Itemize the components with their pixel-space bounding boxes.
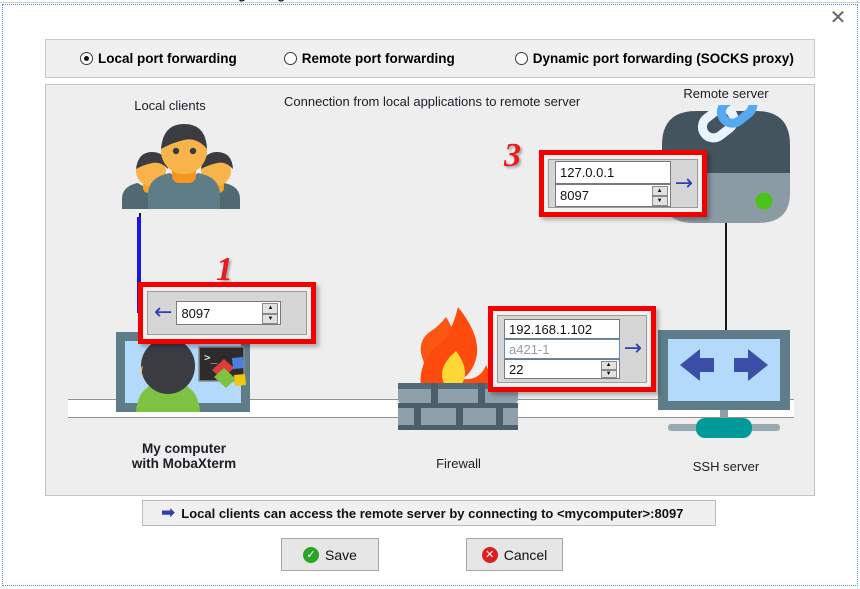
spinner-up-icon[interactable]: ▲ [651, 185, 668, 196]
ssh-server-username-input[interactable]: a421-1 [504, 339, 620, 359]
hint-text: Local clients can access the remote serv… [181, 505, 684, 521]
label-local-clients: Local clients [134, 98, 206, 113]
radio-dynamic-port-forwarding[interactable]: Dynamic port forwarding (SOCKS proxy) [514, 51, 794, 66]
radio-indicator-remote [283, 52, 297, 65]
my-computer-icon: >_ [114, 330, 254, 438]
spinner-down-icon[interactable]: ▼ [262, 313, 279, 324]
radio-indicator-local [80, 52, 93, 65]
ssh-server-port-input[interactable]: 22 ▲ ▼ [504, 359, 620, 379]
label-my-computer-2: with MobaXterm [131, 456, 237, 471]
ssh-tunneling-dialog: MobaXterm SSH tunneling configuration ✕ … [0, 0, 860, 589]
ssh-server-host-input[interactable]: 192.168.1.102 [504, 319, 620, 339]
radio-label-remote: Remote port forwarding [301, 51, 455, 66]
remote-server-port-input[interactable]: 8097 ▲ ▼ [555, 183, 671, 207]
svg-text:>_: >_ [204, 351, 218, 364]
ssh-port-spinner[interactable]: ▲ ▼ [600, 361, 617, 378]
local-clients-icon [116, 113, 252, 213]
forwarded-port-input[interactable]: 8097 ▲ ▼ [176, 301, 282, 325]
window-title: MobaXterm SSH tunneling configuration [95, 0, 326, 2]
radio-label-dynamic: Dynamic port forwarding (SOCKS proxy) [532, 51, 794, 66]
forwarding-mode-radio-group: Local port forwarding Remote port forwar… [45, 39, 815, 78]
label-remote-server: Remote server [683, 86, 769, 101]
cancel-button[interactable]: ✕ Cancel [466, 538, 563, 571]
label-my-computer-1: My computer [141, 441, 226, 456]
forwarded-port-spinner[interactable]: ▲ ▼ [262, 303, 279, 324]
check-circle-icon: ✓ [303, 546, 320, 563]
remote-server-host-input[interactable]: 127.0.0.1 [555, 160, 671, 184]
close-icon[interactable]: ✕ [825, 4, 851, 30]
forwarded-port-redbox: ← 8097 ▲ ▼ [138, 282, 316, 344]
radio-label-local: Local port forwarding [98, 51, 237, 66]
save-button-label: Save [325, 546, 357, 563]
remote-port-spinner[interactable]: ▲ ▼ [651, 185, 668, 206]
hint-bar: ➡ Local clients can access the remote se… [142, 500, 716, 526]
remote-server-link-line [725, 218, 727, 330]
save-button[interactable]: ✓ Save [281, 538, 379, 571]
tunnel-diagram-panel: Connection from local applications to re… [45, 84, 815, 496]
spinner-down-icon[interactable]: ▼ [651, 195, 668, 206]
spinner-down-icon[interactable]: ▼ [600, 369, 617, 378]
forwarded-port-fieldwrap: ← 8097 ▲ ▼ [147, 291, 307, 335]
forwarded-port-stack: 8097 ▲ ▼ [176, 301, 282, 325]
window-title-bar: MobaXterm SSH tunneling configuration [0, 0, 860, 3]
spinner-up-icon[interactable]: ▲ [600, 361, 617, 370]
remote-server-fieldwrap: 127.0.0.1 8097 ▲ ▼ → [548, 159, 698, 208]
diagram-title: Connection from local applications to re… [284, 94, 581, 109]
hint-arrow-icon: ➡ [161, 503, 176, 523]
remote-server-redbox: 127.0.0.1 8097 ▲ ▼ → [539, 150, 707, 217]
ssh-server-icon [656, 330, 796, 445]
ssh-server-redbox: 192.168.1.102 a421-1 22 ▲ ▼ → [488, 306, 656, 392]
radio-indicator-dynamic [514, 52, 528, 65]
arrow-left-icon: ← [154, 300, 173, 325]
radio-remote-port-forwarding[interactable]: Remote port forwarding [283, 51, 455, 66]
annotation-number-3: 3 [504, 137, 521, 174]
cancel-circle-icon: ✕ [481, 546, 498, 563]
radio-local-port-forwarding[interactable]: Local port forwarding [80, 51, 237, 66]
arrow-right-icon: → [623, 336, 642, 361]
arrow-right-icon: → [674, 170, 693, 196]
label-firewall: Firewall [436, 456, 481, 471]
ssh-server-fieldwrap: 192.168.1.102 a421-1 22 ▲ ▼ → [497, 315, 647, 383]
cancel-button-label: Cancel [503, 546, 548, 563]
spinner-up-icon[interactable]: ▲ [262, 303, 279, 314]
ssh-server-stack: 192.168.1.102 a421-1 22 ▲ ▼ [504, 319, 620, 379]
remote-server-stack: 127.0.0.1 8097 ▲ ▼ [555, 160, 671, 207]
label-ssh-server: SSH server [692, 459, 760, 474]
